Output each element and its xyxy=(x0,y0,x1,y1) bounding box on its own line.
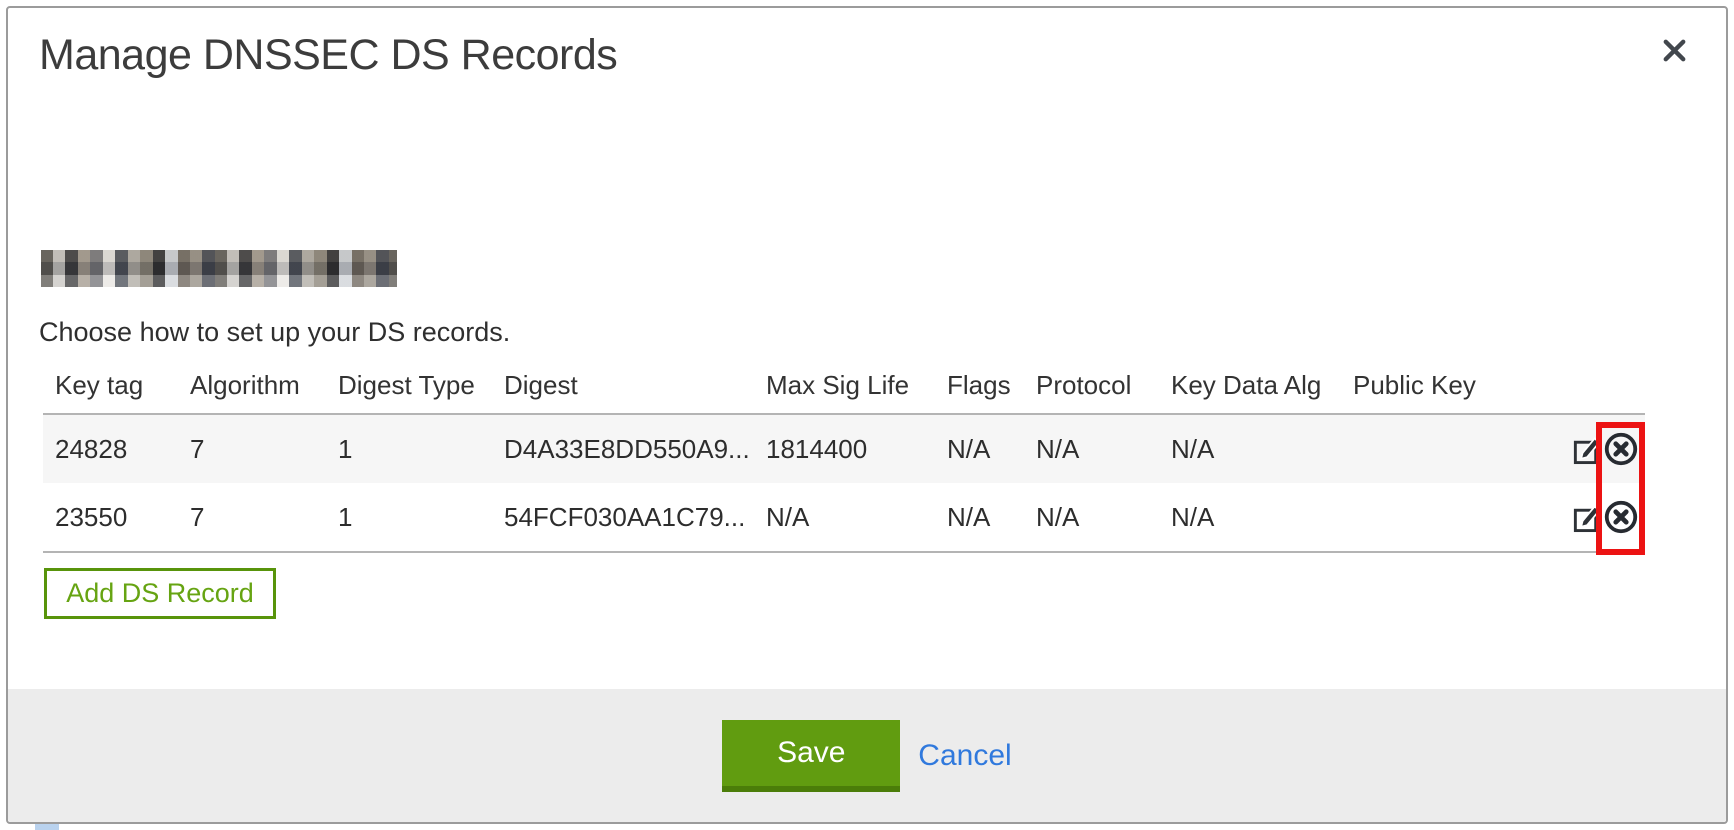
dialog-title: Manage DNSSEC DS Records xyxy=(39,31,1726,80)
cell-flags: N/A xyxy=(935,414,1024,483)
column-header-key-data-alg: Key Data Alg xyxy=(1159,358,1341,414)
table-row: 23550 7 1 54FCF030AA1C79... N/A N/A N/A … xyxy=(43,483,1645,552)
cancel-link[interactable]: Cancel xyxy=(918,739,1011,773)
page-background: Manage DNSSEC DS Records Choose how to s… xyxy=(0,0,1734,830)
ds-records-table: Key tag Algorithm Digest Type Digest Max… xyxy=(43,358,1645,553)
intro-text: Choose how to set up your DS records. xyxy=(39,317,1726,348)
cell-protocol: N/A xyxy=(1024,483,1159,552)
table-row: 24828 7 1 D4A33E8DD550A9... 1814400 N/A … xyxy=(43,414,1645,483)
column-header-digest: Digest xyxy=(492,358,754,414)
cell-key-data-alg: N/A xyxy=(1159,414,1341,483)
edit-record-icon[interactable] xyxy=(1571,434,1602,465)
close-icon[interactable] xyxy=(1654,30,1694,70)
cell-digest: D4A33E8DD550A9... xyxy=(492,414,754,483)
cell-algorithm: 7 xyxy=(178,483,326,552)
column-header-flags: Flags xyxy=(935,358,1024,414)
cell-public-key xyxy=(1341,483,1545,552)
cell-key-tag: 24828 xyxy=(43,414,178,483)
cell-algorithm: 7 xyxy=(178,414,326,483)
column-header-algorithm: Algorithm xyxy=(178,358,326,414)
cell-protocol: N/A xyxy=(1024,414,1159,483)
save-button[interactable]: Save xyxy=(722,720,900,792)
cell-public-key xyxy=(1341,414,1545,483)
add-ds-record-button[interactable]: Add DS Record xyxy=(44,568,276,619)
cell-flags: N/A xyxy=(935,483,1024,552)
delete-record-icon[interactable] xyxy=(1602,430,1640,468)
table-header-row: Key tag Algorithm Digest Type Digest Max… xyxy=(43,358,1645,414)
cell-digest-type: 1 xyxy=(326,414,492,483)
cell-max-sig-life: 1814400 xyxy=(754,414,935,483)
delete-record-icon[interactable] xyxy=(1602,498,1640,536)
column-header-protocol: Protocol xyxy=(1024,358,1159,414)
manage-dnssec-dialog: Manage DNSSEC DS Records Choose how to s… xyxy=(6,6,1728,824)
column-header-digest-type: Digest Type xyxy=(326,358,492,414)
column-header-max-sig-life: Max Sig Life xyxy=(754,358,935,414)
cell-digest-type: 1 xyxy=(326,483,492,552)
background-page-artifact xyxy=(35,823,59,830)
cell-key-data-alg: N/A xyxy=(1159,483,1341,552)
edit-record-icon[interactable] xyxy=(1571,502,1602,533)
redacted-domain-text xyxy=(41,250,397,287)
dialog-footer: Save Cancel xyxy=(8,689,1726,822)
cell-digest: 54FCF030AA1C79... xyxy=(492,483,754,552)
cell-key-tag: 23550 xyxy=(43,483,178,552)
column-header-key-tag: Key tag xyxy=(43,358,178,414)
column-header-public-key: Public Key xyxy=(1341,358,1545,414)
cell-max-sig-life: N/A xyxy=(754,483,935,552)
column-header-actions xyxy=(1545,358,1645,414)
